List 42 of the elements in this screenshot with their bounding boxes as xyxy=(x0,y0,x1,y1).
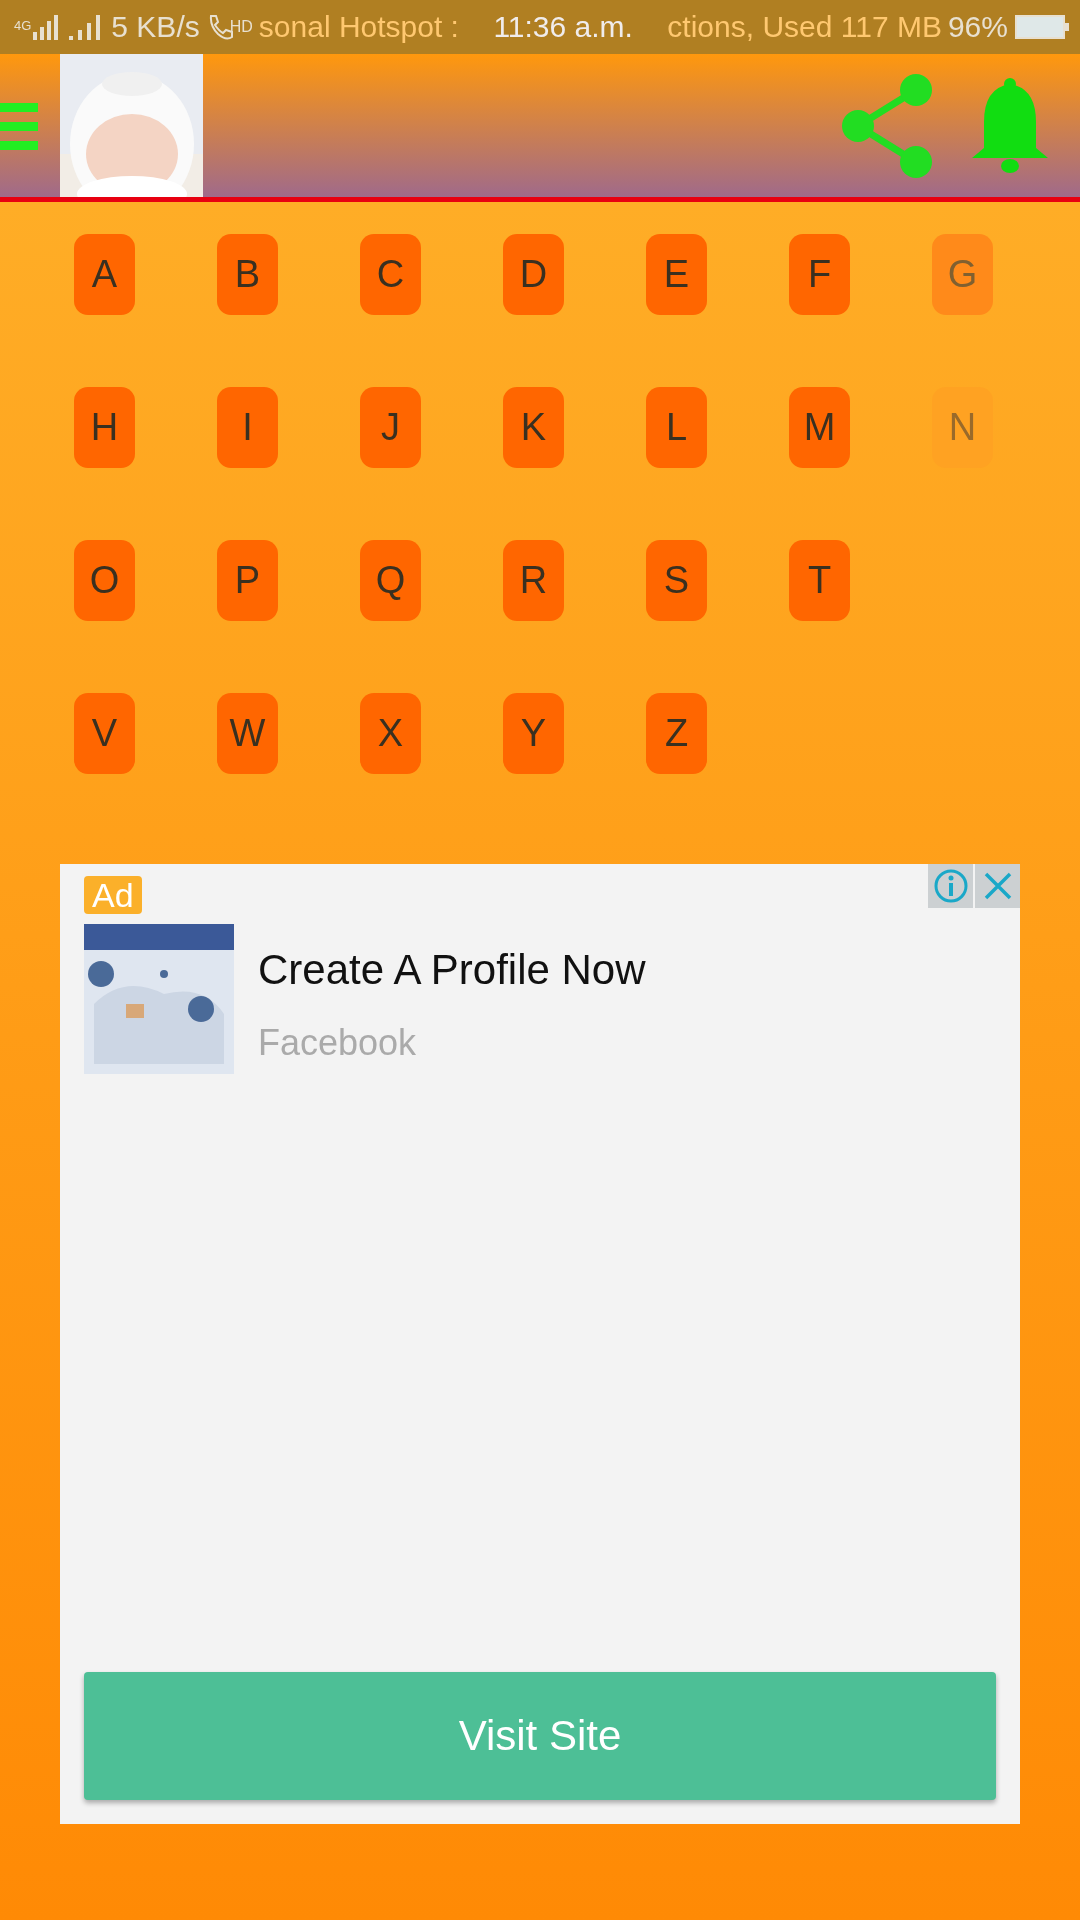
letter-button[interactable]: C xyxy=(360,234,421,315)
notifications-button[interactable] xyxy=(970,77,1050,174)
network-speed: 5 KB/s xyxy=(111,10,200,44)
letter-button[interactable]: P xyxy=(217,540,278,621)
letter-button[interactable]: V xyxy=(74,693,135,774)
letter-button[interactable]: O xyxy=(74,540,135,621)
visit-site-button[interactable]: Visit Site xyxy=(84,1672,996,1800)
letter-button[interactable]: B xyxy=(217,234,278,315)
letter-button[interactable]: J xyxy=(360,387,421,468)
letter-button[interactable]: D xyxy=(503,234,564,315)
letter-button[interactable]: Y xyxy=(503,693,564,774)
close-button[interactable] xyxy=(975,864,1020,908)
letter-button[interactable]: K xyxy=(503,387,564,468)
letter-button[interactable]: Q xyxy=(360,540,421,621)
ad-title: Create A Profile Now xyxy=(258,946,646,994)
advertiser-name: Facebook xyxy=(258,1022,418,1064)
letter-button[interactable]: F xyxy=(789,234,850,315)
letter-button[interactable]: S xyxy=(646,540,707,621)
letter-button[interactable]: L xyxy=(646,387,707,468)
letter-button[interactable]: T xyxy=(789,540,850,621)
letter-button[interactable]: M xyxy=(789,387,850,468)
bell-icon xyxy=(970,77,1050,174)
letter-button[interactable]: R xyxy=(503,540,564,621)
ad-badge: Ad xyxy=(84,876,142,914)
letter-button[interactable]: H xyxy=(74,387,135,468)
info-icon xyxy=(932,868,969,904)
notification-ticker: ctions, Used 117 MB xyxy=(667,10,942,44)
network-label: 4G xyxy=(14,18,32,33)
battery-icon xyxy=(1014,13,1070,41)
clock: 11:36 a.m. xyxy=(493,10,633,44)
letter-button[interactable]: A xyxy=(74,234,135,315)
letter-button[interactable]: Z xyxy=(646,693,707,774)
hd-label: HD xyxy=(229,18,253,36)
letter-button[interactable]: N xyxy=(932,387,993,468)
info-button[interactable] xyxy=(928,864,973,908)
letter-button[interactable]: G xyxy=(932,234,993,315)
letter-button[interactable]: W xyxy=(217,693,278,774)
notification-ticker: sonal Hotspot : xyxy=(258,10,459,44)
letter-button[interactable]: X xyxy=(360,693,421,774)
letter-button[interactable]: E xyxy=(646,234,707,315)
battery-percent: 96% xyxy=(947,10,1008,44)
letter-button[interactable]: I xyxy=(217,387,278,468)
